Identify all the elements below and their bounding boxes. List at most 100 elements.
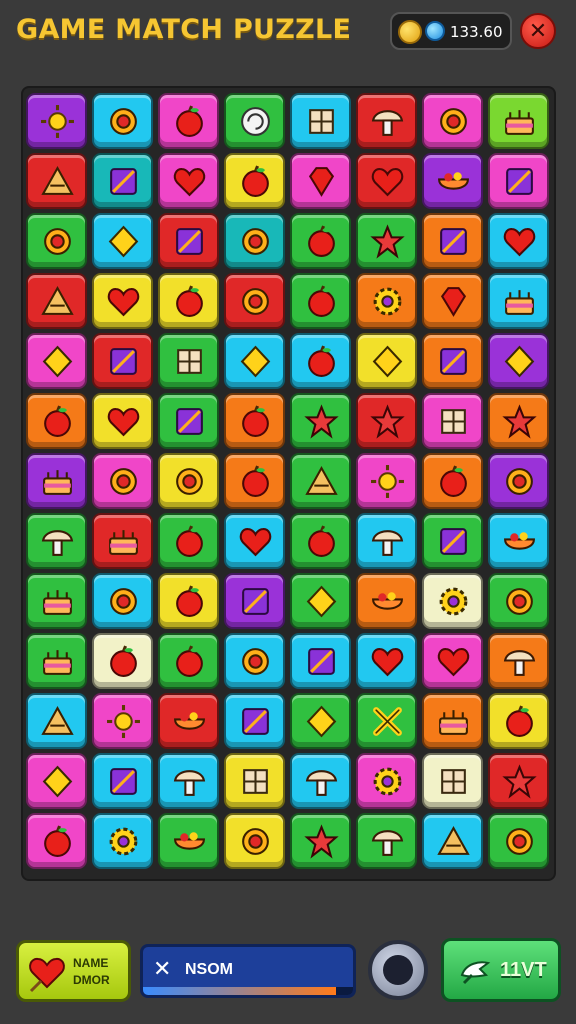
tile[interactable]: [356, 813, 417, 869]
tile[interactable]: [158, 153, 219, 209]
tile[interactable]: [290, 633, 351, 689]
tile[interactable]: [26, 453, 87, 509]
tile[interactable]: [356, 453, 417, 509]
tile[interactable]: [158, 93, 219, 149]
tile[interactable]: [356, 633, 417, 689]
tile[interactable]: [422, 453, 483, 509]
tile[interactable]: [422, 573, 483, 629]
tile[interactable]: [224, 813, 285, 869]
tile[interactable]: [92, 573, 153, 629]
tile[interactable]: [224, 213, 285, 269]
tile[interactable]: [26, 93, 87, 149]
left-action-button[interactable]: NAME DMOR: [16, 940, 131, 1002]
tile[interactable]: [422, 813, 483, 869]
tile[interactable]: [488, 693, 549, 749]
tile[interactable]: [290, 693, 351, 749]
tile[interactable]: [422, 513, 483, 569]
tile[interactable]: [488, 393, 549, 449]
tile[interactable]: [356, 573, 417, 629]
tile[interactable]: [290, 333, 351, 389]
tile[interactable]: [290, 753, 351, 809]
tile[interactable]: [422, 633, 483, 689]
tile[interactable]: [488, 513, 549, 569]
tile[interactable]: [290, 273, 351, 329]
tile[interactable]: [158, 693, 219, 749]
tile[interactable]: [488, 633, 549, 689]
tile[interactable]: [26, 513, 87, 569]
tile[interactable]: [26, 213, 87, 269]
tile[interactable]: [92, 273, 153, 329]
tile[interactable]: [488, 573, 549, 629]
tile[interactable]: [356, 333, 417, 389]
tile[interactable]: [92, 513, 153, 569]
tile[interactable]: [26, 573, 87, 629]
tile[interactable]: [488, 333, 549, 389]
tile[interactable]: [488, 273, 549, 329]
tile[interactable]: [356, 153, 417, 209]
tile[interactable]: [290, 93, 351, 149]
tile[interactable]: [92, 93, 153, 149]
tile[interactable]: [356, 393, 417, 449]
tile[interactable]: [290, 213, 351, 269]
tile[interactable]: [422, 333, 483, 389]
tile[interactable]: [92, 153, 153, 209]
tile[interactable]: [92, 453, 153, 509]
tile[interactable]: [422, 393, 483, 449]
tile[interactable]: [158, 573, 219, 629]
tile[interactable]: [488, 213, 549, 269]
tile[interactable]: [26, 753, 87, 809]
tile[interactable]: [224, 573, 285, 629]
round-control-button[interactable]: [368, 940, 428, 1000]
tile[interactable]: [158, 333, 219, 389]
tile[interactable]: [158, 393, 219, 449]
tile[interactable]: [224, 393, 285, 449]
tile[interactable]: [158, 813, 219, 869]
tile[interactable]: [158, 273, 219, 329]
tile[interactable]: [26, 273, 87, 329]
tile[interactable]: [356, 693, 417, 749]
tile[interactable]: [92, 693, 153, 749]
tile[interactable]: [422, 153, 483, 209]
tile[interactable]: [422, 753, 483, 809]
tile[interactable]: [488, 153, 549, 209]
tile[interactable]: [422, 693, 483, 749]
tile[interactable]: [224, 333, 285, 389]
tile[interactable]: [158, 633, 219, 689]
tile[interactable]: [488, 753, 549, 809]
close-button[interactable]: ✕: [520, 13, 556, 49]
tile[interactable]: [158, 513, 219, 569]
tile[interactable]: [290, 393, 351, 449]
tile[interactable]: [224, 93, 285, 149]
tile[interactable]: [92, 213, 153, 269]
right-action-button[interactable]: 11VT: [441, 938, 561, 1002]
tile[interactable]: [422, 273, 483, 329]
tile[interactable]: [290, 813, 351, 869]
tile[interactable]: [158, 453, 219, 509]
tile[interactable]: [356, 753, 417, 809]
tile[interactable]: [224, 513, 285, 569]
tile[interactable]: [422, 93, 483, 149]
tile[interactable]: [488, 813, 549, 869]
tile[interactable]: [158, 213, 219, 269]
tile[interactable]: [26, 153, 87, 209]
tile[interactable]: [488, 93, 549, 149]
tile[interactable]: [224, 273, 285, 329]
tile[interactable]: [356, 513, 417, 569]
tile[interactable]: [26, 693, 87, 749]
tile[interactable]: [356, 213, 417, 269]
tile[interactable]: [26, 633, 87, 689]
tile[interactable]: [224, 453, 285, 509]
tile[interactable]: [290, 153, 351, 209]
tile[interactable]: [224, 693, 285, 749]
tile[interactable]: [92, 813, 153, 869]
tile[interactable]: [422, 213, 483, 269]
tile[interactable]: [26, 393, 87, 449]
tile[interactable]: [224, 153, 285, 209]
tile[interactable]: [488, 453, 549, 509]
tile[interactable]: [224, 633, 285, 689]
tile[interactable]: [92, 753, 153, 809]
tile[interactable]: [92, 393, 153, 449]
tile[interactable]: [26, 333, 87, 389]
tile[interactable]: [356, 273, 417, 329]
tile[interactable]: [290, 453, 351, 509]
